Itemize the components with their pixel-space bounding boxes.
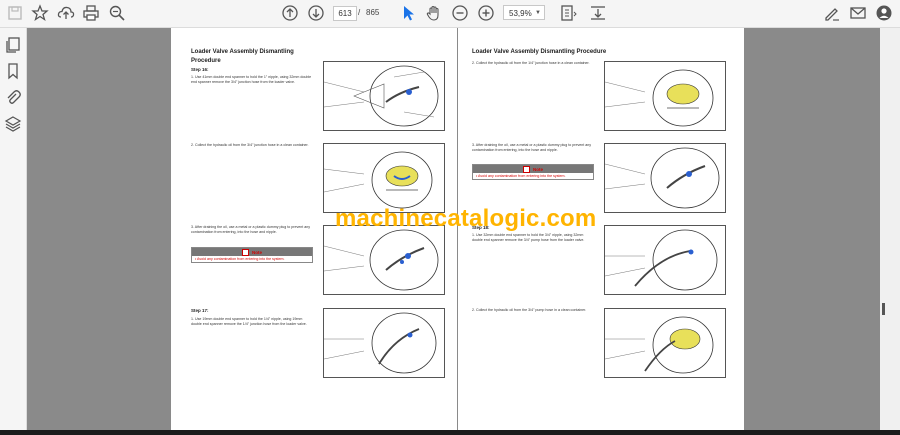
layers-icon[interactable] xyxy=(4,115,22,133)
note-text: • Avoid any contamination from entering … xyxy=(192,256,312,262)
upload-icon[interactable] xyxy=(57,4,75,22)
page-total: 865 xyxy=(366,8,380,17)
select-cursor-icon[interactable] xyxy=(399,4,417,22)
checkbox-icon xyxy=(242,248,249,256)
watermark-text: machinecatalogic.com xyxy=(335,205,597,232)
note-box: Note • Avoid any contamination from ente… xyxy=(472,164,594,180)
top-toolbar: 613 / 865 53,9% ▼ xyxy=(0,0,900,28)
illustration-image xyxy=(604,61,726,131)
save-icon[interactable] xyxy=(6,4,24,22)
step-heading: Step 17: xyxy=(191,308,209,313)
vertical-scrollbar[interactable] xyxy=(880,28,900,430)
instruction-text: 2. Collect the hydraulic oil from the 1/… xyxy=(472,61,590,65)
instruction-text: 3. After draining the oil, use a metal o… xyxy=(472,143,592,152)
bookmarks-icon[interactable] xyxy=(4,62,22,80)
page-fit-icon[interactable] xyxy=(559,4,577,22)
note-label: Note xyxy=(533,166,543,172)
hand-icon[interactable] xyxy=(425,4,443,22)
instruction-text: 2. Collect the hydraulic oil from the 3/… xyxy=(191,143,309,147)
illustration-image xyxy=(323,225,445,295)
step-heading: Step 16: xyxy=(191,67,209,72)
note-box: Note • Avoid any contamination from ente… xyxy=(191,247,313,263)
instruction-text: 1. Use 41mm double end spanner to hold t… xyxy=(191,75,312,84)
note-text: • Avoid any contamination from entering … xyxy=(473,173,593,179)
instruction-text: 2. Collect the hydraulic oil from the 3/… xyxy=(472,308,587,312)
page-up-icon[interactable] xyxy=(281,4,299,22)
instruction-text: 1. Use 32mm double end spanner to hold t… xyxy=(472,233,585,242)
scrollbar-thumb[interactable] xyxy=(882,303,885,315)
illustration-image xyxy=(604,225,726,295)
bottom-bar xyxy=(0,430,900,435)
checkbox-icon xyxy=(523,165,530,173)
attachments-icon[interactable] xyxy=(4,88,22,106)
email-icon[interactable] xyxy=(849,4,867,22)
note-label: Note xyxy=(252,249,262,255)
illustration-image xyxy=(323,143,445,213)
page-separator: / xyxy=(358,8,361,17)
bookmark-star-icon[interactable] xyxy=(31,4,49,22)
zoom-in-icon[interactable] xyxy=(477,4,495,22)
illustration-image xyxy=(604,143,726,213)
zoom-out-icon[interactable] xyxy=(451,4,469,22)
instruction-text: 3. After draining the oil, use a metal o… xyxy=(191,225,311,234)
chevron-down-icon: ▼ xyxy=(535,10,541,16)
page-thumbnails-icon[interactable] xyxy=(4,36,22,54)
zoom-level-select[interactable]: 53,9% ▼ xyxy=(503,5,545,20)
page-title: Loader Valve Assembly Dismantling Proced… xyxy=(472,49,607,55)
account-icon[interactable] xyxy=(875,4,893,22)
illustration-image xyxy=(323,308,445,378)
page-number-input[interactable]: 613 xyxy=(333,6,357,21)
zoom-level-value: 53,9% xyxy=(509,9,532,18)
page-down-icon[interactable] xyxy=(307,4,325,22)
left-sidebar: ◀ xyxy=(0,28,33,430)
illustration-image xyxy=(604,308,726,378)
scroll-mode-icon[interactable] xyxy=(589,4,607,22)
print-icon[interactable] xyxy=(82,4,100,22)
sign-icon[interactable] xyxy=(823,4,841,22)
zoom-search-icon[interactable] xyxy=(108,4,126,22)
instruction-text: 1. Use 19mm double end spanner to hold t… xyxy=(191,317,307,326)
illustration-image xyxy=(323,61,445,131)
note-header: Note xyxy=(192,248,312,256)
page-title: Loader Valve Assembly Dismantling Proced… xyxy=(191,49,294,64)
note-header: Note xyxy=(473,165,593,173)
